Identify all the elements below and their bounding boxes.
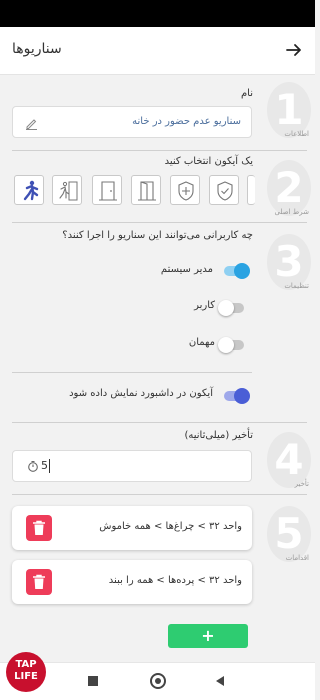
taplife-logo: TAP LIFE	[6, 652, 46, 692]
user-label-user: کاربر	[194, 300, 215, 311]
delay-label: تأخیر (میلی‌ثانیه)	[184, 430, 253, 441]
icon-option-door-closed[interactable]	[92, 175, 122, 205]
add-action-button[interactable]: +	[168, 624, 248, 648]
exit-person-icon	[59, 181, 78, 201]
divider	[12, 222, 307, 223]
delay-field[interactable]: 5	[12, 450, 252, 482]
toggle-user[interactable]	[218, 300, 244, 316]
icon-option-door-open[interactable]	[131, 175, 161, 205]
trash-icon	[33, 520, 45, 535]
status-bar	[0, 0, 315, 27]
dashboard-label: آیکون در داشبورد نمایش داده شود	[69, 388, 213, 399]
recents-icon[interactable]	[88, 676, 98, 686]
door-open-icon	[138, 181, 156, 201]
icon-option-exit[interactable]	[52, 175, 82, 205]
toggle-dashboard[interactable]	[224, 388, 250, 404]
action-card[interactable]: واحد ۳۲ > چراغ‌ها > همه خاموش	[12, 506, 252, 550]
user-label-guest: مهمان	[188, 337, 215, 348]
icon-option-running[interactable]	[14, 175, 44, 205]
delete-button[interactable]	[26, 569, 52, 595]
stopwatch-icon	[28, 460, 38, 472]
shield-cross-icon	[178, 181, 194, 201]
system-nav-bar	[0, 662, 315, 700]
icon-option-partial[interactable]	[247, 175, 255, 205]
step-side-label-2: شرط اصلی	[274, 208, 309, 216]
text-cursor	[49, 459, 50, 473]
door-closed-icon	[99, 181, 117, 201]
toggle-knob	[218, 337, 234, 353]
name-field[interactable]: سناریو عدم حضور در خانه	[12, 106, 252, 138]
step-side-label-1: اطلاعات	[284, 130, 309, 138]
name-value: سناریو عدم حضور در خانه	[132, 116, 241, 127]
toggle-guest[interactable]	[218, 337, 244, 353]
toggle-knob	[234, 388, 250, 404]
divider	[12, 422, 307, 423]
arrow-right-icon[interactable]	[284, 40, 304, 60]
step-side-label-5: اقدامات	[285, 554, 309, 562]
running-person-icon	[23, 180, 39, 201]
name-label: نام	[240, 88, 253, 99]
users-question: چه کاربرانی می‌توانند این سناریو را اجرا…	[62, 230, 253, 241]
trash-icon	[33, 574, 45, 589]
toggle-knob	[234, 263, 250, 279]
divider	[12, 150, 307, 151]
step-side-label-3: تنظیمات	[284, 282, 309, 290]
action-text: واحد ۳۲ > چراغ‌ها > همه خاموش	[99, 521, 242, 532]
action-card[interactable]: واحد ۳۲ > پرده‌ها > همه را ببند	[12, 560, 252, 604]
toggle-knob	[218, 300, 234, 316]
icon-label: یک آیکون انتخاب کنید	[164, 156, 253, 167]
divider	[12, 494, 307, 495]
back-icon[interactable]	[214, 675, 226, 687]
toggle-admin[interactable]	[224, 263, 250, 279]
user-label-admin: مدیر سیستم	[160, 264, 213, 275]
page-title: سناریوها	[12, 41, 62, 57]
icon-option-shield-check[interactable]	[209, 175, 239, 205]
shield-check-icon	[217, 181, 233, 201]
divider	[12, 372, 252, 373]
icon-option-shield-cross[interactable]	[170, 175, 200, 205]
home-icon[interactable]	[150, 673, 166, 689]
app-bar: سناریوها	[0, 27, 315, 75]
action-text: واحد ۳۲ > پرده‌ها > همه را ببند	[108, 575, 242, 586]
pencil-icon[interactable]	[25, 116, 39, 130]
step-side-label-4: تأخیر	[294, 480, 309, 488]
delay-value: 5	[41, 459, 48, 472]
delete-button[interactable]	[26, 515, 52, 541]
